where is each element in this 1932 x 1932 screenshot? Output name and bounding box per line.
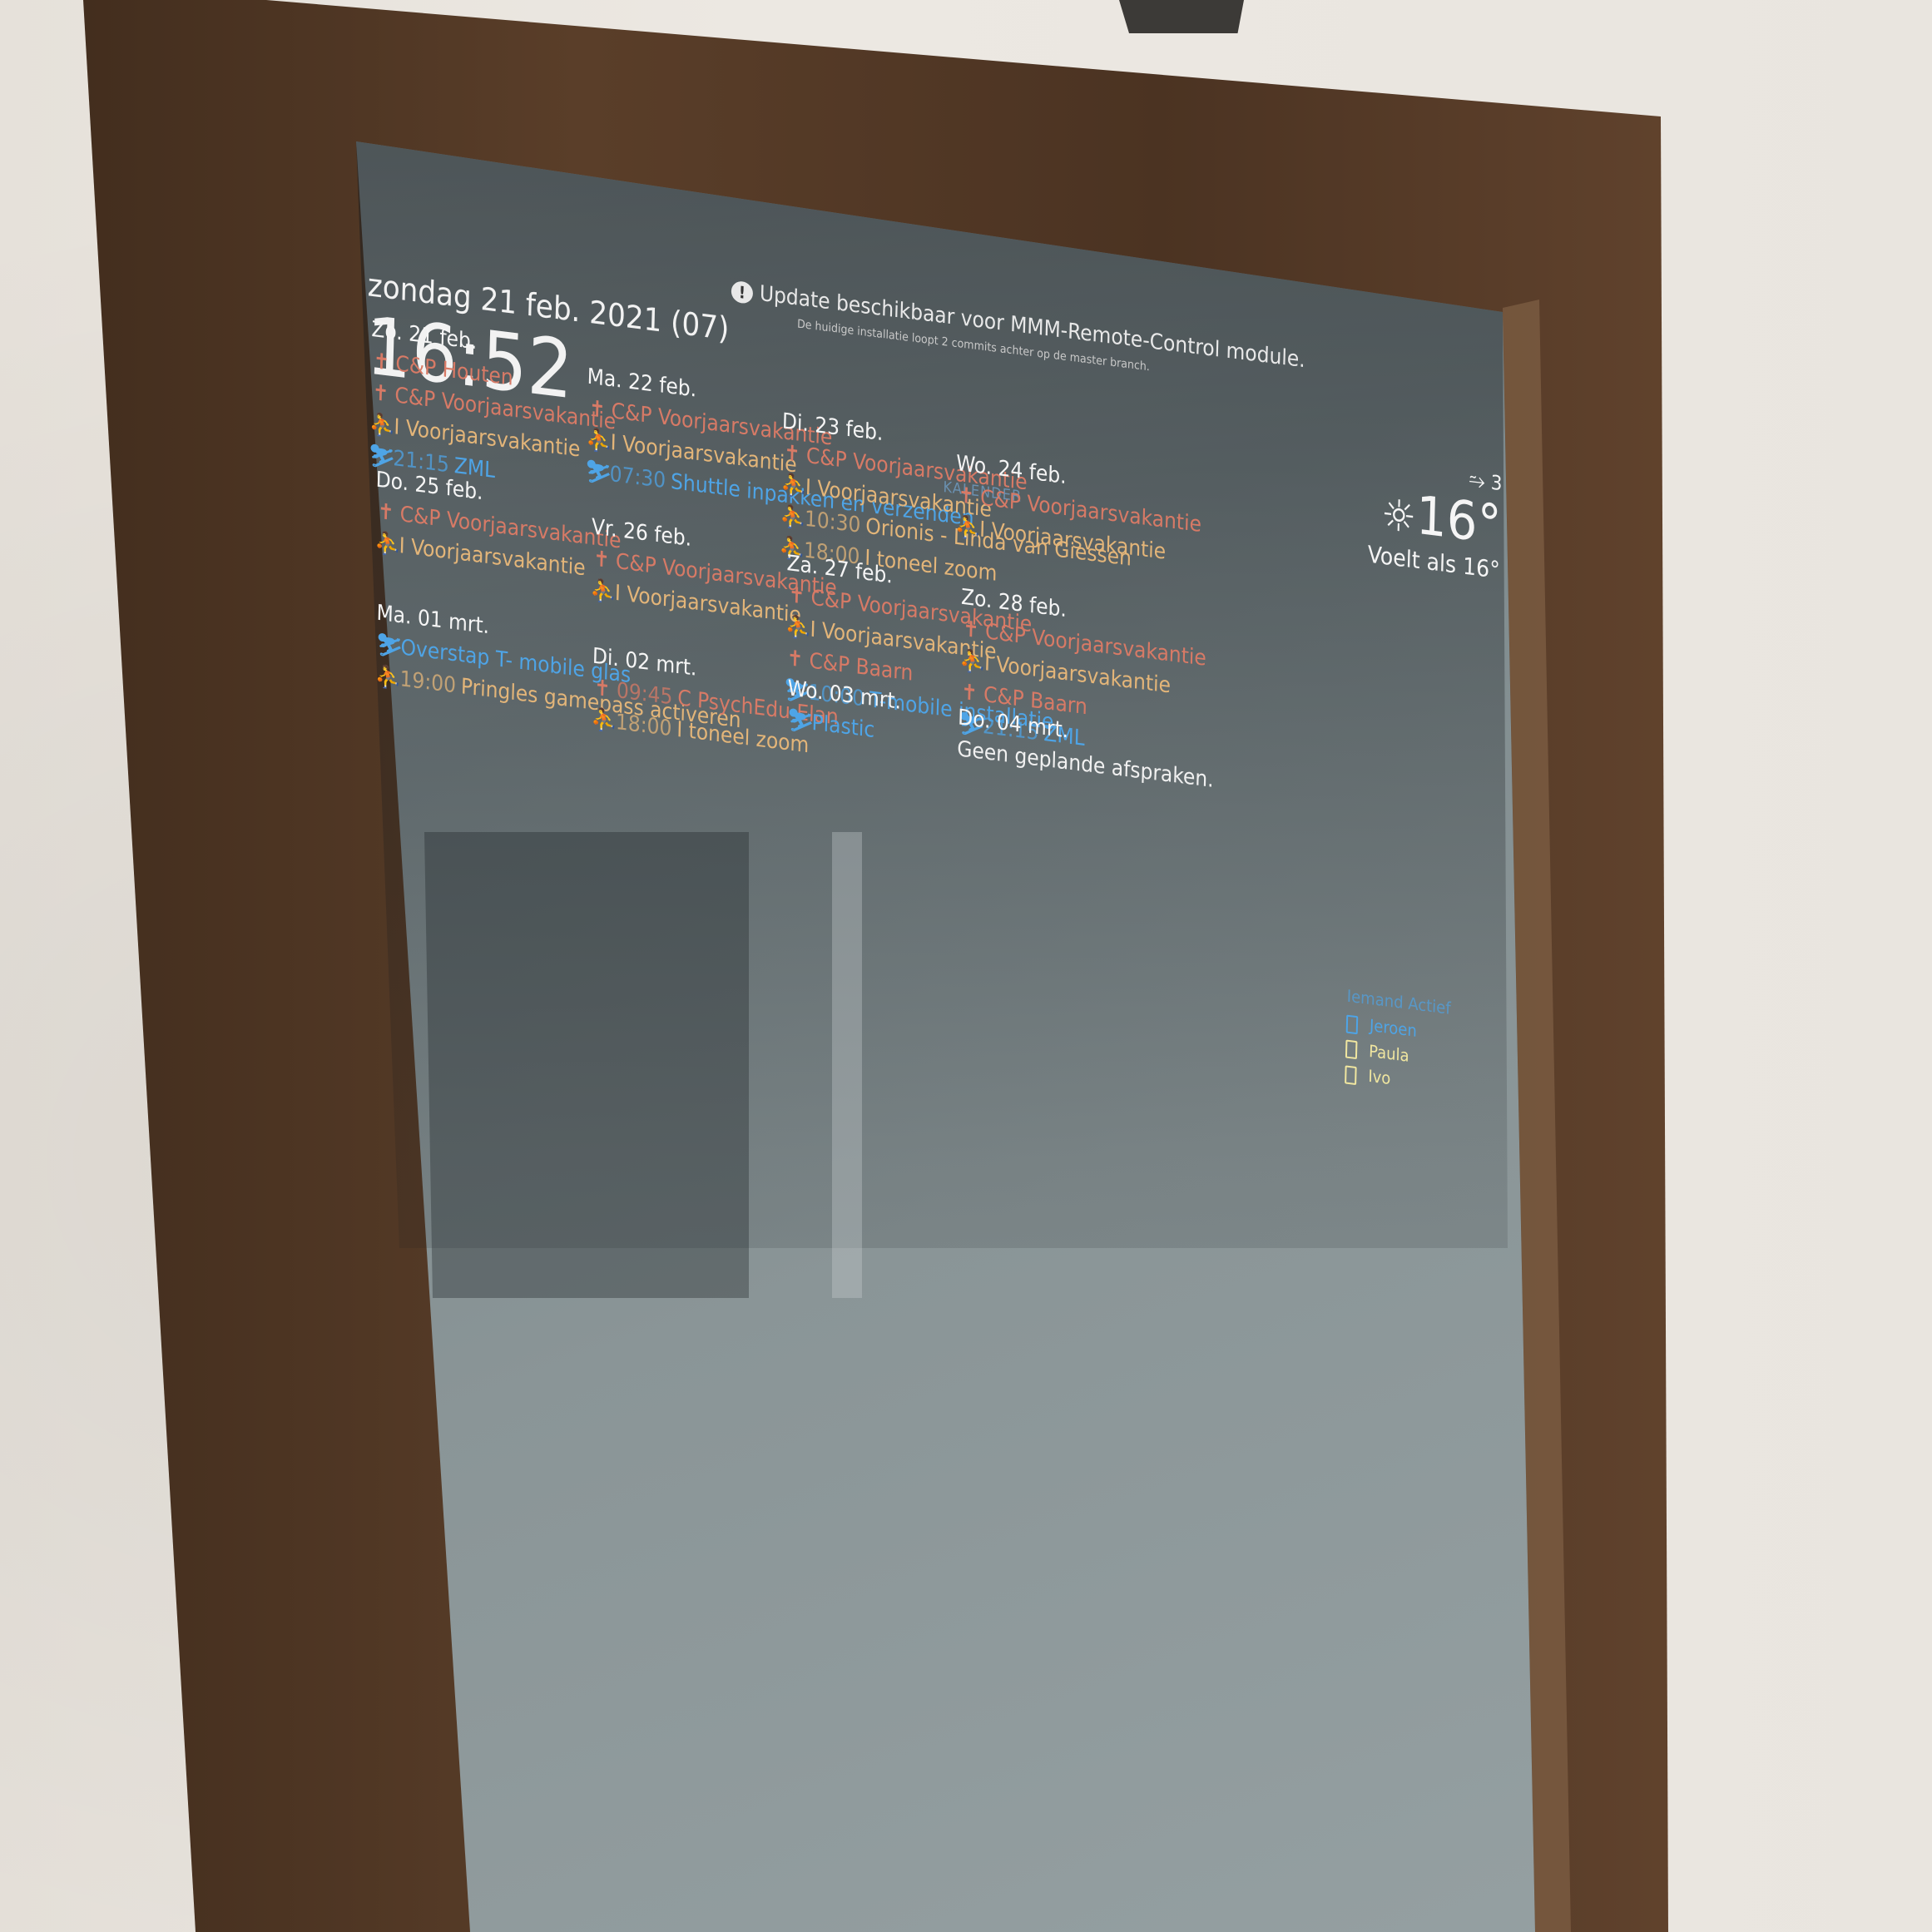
event-time: 19:00 — [399, 666, 457, 699]
magic-mirror-ui: ! Update beschikbaar voor MMM-Remote-Cont… — [340, 216, 1502, 1350]
person-icon: ✝ — [788, 582, 805, 610]
person-icon: ✝ — [588, 395, 606, 424]
person-icon: ✝ — [962, 617, 980, 644]
swimmer-icon: ⛹ — [785, 613, 813, 642]
swimmer-icon: ⛹ — [374, 663, 403, 692]
walk-icon: ⛷ — [375, 632, 404, 661]
person-icon: ✝ — [593, 675, 612, 703]
swimmer-icon: ⛹ — [780, 472, 808, 501]
event-time: 07:30 — [609, 461, 666, 494]
wind-icon: ⥲ — [1469, 468, 1492, 494]
person-icon: ✝ — [592, 546, 611, 573]
phone-icon — [1345, 1014, 1359, 1034]
person-icon: ✝ — [377, 498, 394, 527]
walk-icon: ⛷ — [786, 707, 815, 736]
person-icon: ✝ — [372, 380, 389, 408]
event-time: 18:00 — [615, 709, 672, 742]
swimmer-icon: ⛹ — [369, 411, 397, 440]
swimmer-icon: ⛹ — [374, 530, 402, 559]
wind-value: 3 — [1490, 470, 1503, 496]
info-icon: ! — [731, 280, 754, 305]
weather-widget: ⥲ 3 ☼16° Voelt als 16° — [1333, 452, 1503, 583]
swimmer-icon: ⛹ — [954, 513, 983, 542]
swimmer-icon: ⛹ — [590, 706, 618, 736]
swimmer-icon: ⛹ — [589, 577, 617, 607]
frame-hook — [1119, 0, 1244, 33]
event-time: 10:30 — [804, 506, 861, 538]
presence-list: Jeroen Paula Ivo — [1345, 1013, 1450, 1097]
person-icon: ✝ — [958, 483, 975, 510]
presence-widget: Iemand Actief Jeroen Paula Ivo — [1345, 986, 1451, 1101]
person-name: Ivo — [1368, 1065, 1391, 1089]
phone-icon — [1345, 1064, 1357, 1085]
event-title: Plastic — [811, 710, 875, 744]
phone-icon — [1345, 1039, 1358, 1060]
swimmer-icon: ⛹ — [959, 647, 987, 676]
sun-icon: ☼ — [1380, 489, 1417, 544]
person-name: Paula — [1368, 1040, 1409, 1066]
swimmer-icon: ⛹ — [585, 427, 613, 456]
walk-icon: ⛷ — [584, 458, 613, 488]
event-time: 09:45 — [616, 678, 673, 711]
swimmer-icon: ⛹ — [779, 503, 807, 532]
person-icon: ✝ — [373, 349, 390, 376]
temperature-value: 16° — [1415, 484, 1503, 557]
person-name: Jeroen — [1369, 1015, 1418, 1041]
person-icon: ✝ — [783, 440, 801, 468]
